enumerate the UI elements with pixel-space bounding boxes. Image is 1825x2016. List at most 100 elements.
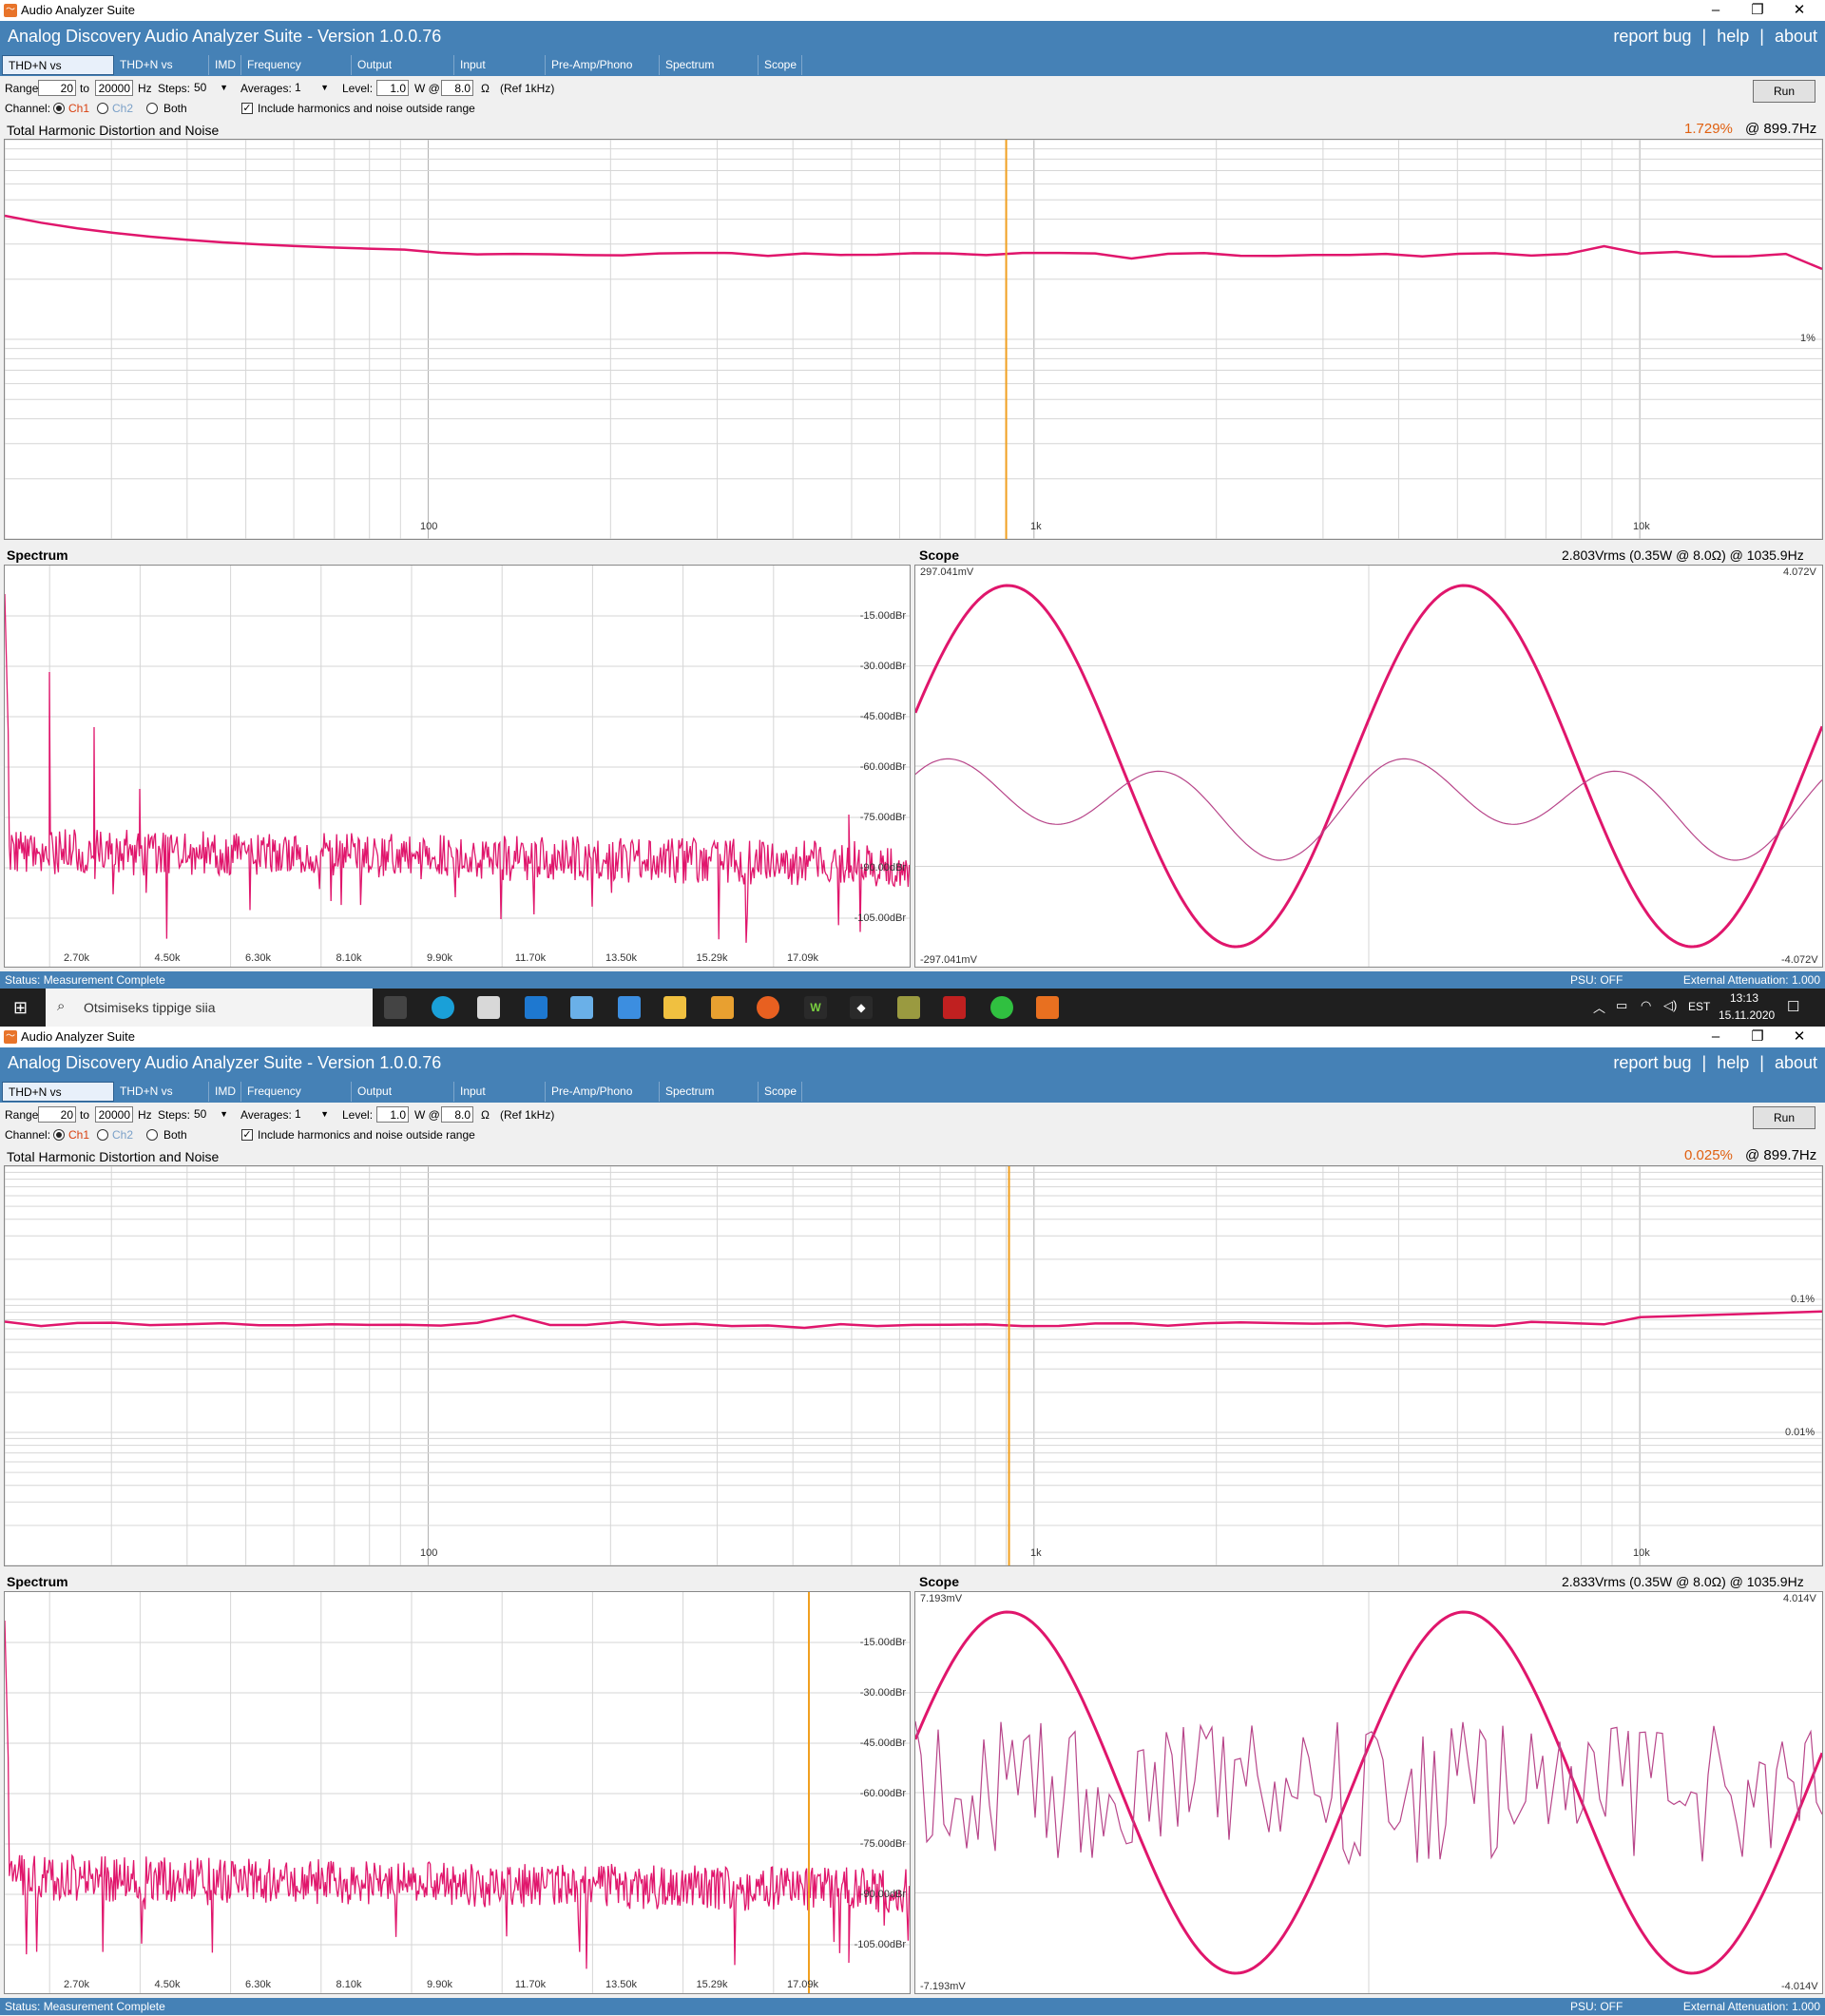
app-icon-olive[interactable] bbox=[897, 996, 920, 1019]
include-harmonics-checkbox[interactable]: ✓ bbox=[241, 103, 253, 114]
calculator-icon[interactable] bbox=[570, 996, 593, 1019]
tab-spectrum-analyzer[interactable]: Spectrum Analyzer bbox=[660, 55, 759, 91]
firefox-icon[interactable] bbox=[757, 996, 779, 1019]
scope-plot[interactable] bbox=[914, 1591, 1823, 1994]
status-text: Status: Measurement Complete bbox=[5, 2000, 165, 2013]
tab-preamp-phono[interactable]: Pre-Amp/Phono Stage bbox=[546, 1082, 660, 1118]
winamp-icon[interactable]: W bbox=[804, 996, 827, 1019]
title-bar[interactable]: 〜 Audio Analyzer Suite – ❐ ✕ bbox=[0, 0, 1825, 21]
run-button[interactable]: Run bbox=[1753, 80, 1815, 103]
tab-output-impedance[interactable]: Output Impedance bbox=[352, 1082, 454, 1118]
ch1-radio[interactable] bbox=[53, 103, 65, 114]
both-radio[interactable] bbox=[146, 1129, 158, 1141]
close-icon[interactable]: ✕ bbox=[1777, 1027, 1821, 1047]
title-bar[interactable]: 〜 Audio Analyzer Suite – ❐ ✕ bbox=[0, 1027, 1825, 1047]
battery-icon[interactable]: ▭ bbox=[1616, 998, 1627, 1013]
tab-output-impedance[interactable]: Output Impedance bbox=[352, 55, 454, 91]
spectrum-plot[interactable]: -15.00dBr -30.00dBr -45.00dBr -60.00dBr -75.… bbox=[4, 565, 911, 968]
tab-thdn-vs-power[interactable]: THD+N vs Power bbox=[114, 55, 209, 91]
whatsapp-icon[interactable] bbox=[990, 996, 1013, 1019]
impedance-input[interactable]: 8.0 bbox=[441, 1106, 473, 1123]
ch1-radio[interactable] bbox=[53, 1129, 65, 1141]
restore-icon[interactable]: ❐ bbox=[1736, 0, 1779, 21]
thd-plot[interactable] bbox=[4, 139, 1823, 540]
volume-icon[interactable]: ◁) bbox=[1663, 998, 1677, 1013]
app-icon-white[interactable]: ◆ bbox=[850, 996, 873, 1019]
app-icon-red[interactable] bbox=[943, 996, 966, 1019]
tab-frequency-response[interactable]: Frequency Response bbox=[241, 1082, 352, 1118]
run-button[interactable]: Run bbox=[1753, 1106, 1815, 1129]
tab-scope[interactable]: Scope bbox=[759, 1082, 802, 1102]
tab-strip: THD+N vs Frequency THD+N vs Power IMD Fr… bbox=[0, 1082, 1825, 1119]
range-from-input[interactable]: 20 bbox=[38, 1106, 76, 1123]
level-input[interactable]: 1.0 bbox=[376, 1106, 409, 1123]
restore-icon[interactable]: ❐ bbox=[1736, 1027, 1779, 1047]
averages-select[interactable]: 1 ▼ bbox=[293, 80, 331, 96]
range-from-input[interactable]: 20 bbox=[38, 80, 76, 96]
ch2-radio[interactable] bbox=[97, 103, 108, 114]
tab-thdn-vs-frequency[interactable]: THD+N vs Frequency bbox=[2, 1082, 114, 1119]
about-link[interactable]: about bbox=[1775, 27, 1817, 46]
averages-value: 1 bbox=[295, 1107, 301, 1121]
file-explorer-icon[interactable] bbox=[663, 996, 686, 1019]
tab-frequency-response[interactable]: Frequency Response bbox=[241, 55, 352, 91]
spectrum-db-label: -30.00dBr bbox=[860, 661, 907, 672]
include-harmonics-checkbox[interactable]: ✓ bbox=[241, 1129, 253, 1141]
thd-plot[interactable] bbox=[4, 1165, 1823, 1566]
report-bug-link[interactable]: report bug bbox=[1613, 1053, 1691, 1072]
tab-imd[interactable]: IMD bbox=[209, 1082, 241, 1102]
help-link[interactable]: help bbox=[1717, 1053, 1749, 1072]
notification-icon[interactable]: ☐ bbox=[1787, 998, 1799, 1015]
about-link[interactable]: about bbox=[1775, 1053, 1817, 1072]
scope-readout: 2.803Vrms (0.35W @ 8.0Ω) @ 1035.9Hz bbox=[1562, 547, 1804, 563]
minimize-icon[interactable]: – bbox=[1694, 1027, 1738, 1047]
both-radio[interactable] bbox=[146, 103, 158, 114]
tab-imd[interactable]: IMD bbox=[209, 55, 241, 75]
mail-icon[interactable] bbox=[525, 996, 548, 1019]
spectrum-plot[interactable]: -15.00dBr -30.00dBr -45.00dBr -60.00dBr -75.… bbox=[4, 1591, 911, 1994]
task-view-icon[interactable] bbox=[384, 996, 407, 1019]
app-icon-blue[interactable] bbox=[618, 996, 641, 1019]
averages-select[interactable]: 1 ▼ bbox=[293, 1106, 331, 1123]
tab-thdn-vs-power[interactable]: THD+N vs Power bbox=[114, 1082, 209, 1118]
language-indicator[interactable]: EST bbox=[1688, 1000, 1710, 1013]
report-bug-link[interactable]: report bug bbox=[1613, 27, 1691, 46]
spectrum-freq-label: 15.29k bbox=[696, 1979, 728, 1990]
tab-input-impedance[interactable]: Input Impedance bbox=[454, 1082, 546, 1118]
range-to-input[interactable]: 20000 bbox=[95, 1106, 133, 1123]
scope-plot[interactable] bbox=[914, 565, 1823, 968]
windows-start-icon[interactable]: ⊞ bbox=[13, 998, 28, 1018]
ch2-radio[interactable] bbox=[97, 1129, 108, 1141]
tab-thdn-vs-frequency[interactable]: THD+N vs Frequency bbox=[2, 55, 114, 92]
tab-scope[interactable]: Scope bbox=[759, 55, 802, 75]
steps-select[interactable]: 50 ▼ bbox=[192, 1106, 230, 1123]
clock-date[interactable]: 15.11.2020 bbox=[1719, 1008, 1775, 1022]
wifi-icon[interactable]: ◠ bbox=[1641, 998, 1651, 1013]
thd-at-frequency: @ 899.7Hz bbox=[1745, 1147, 1817, 1163]
edge-icon[interactable] bbox=[432, 996, 454, 1019]
scope-readout: 2.833Vrms (0.35W @ 8.0Ω) @ 1035.9Hz bbox=[1562, 1574, 1804, 1589]
tab-spectrum-analyzer[interactable]: Spectrum Analyzer bbox=[660, 1082, 759, 1118]
minimize-icon[interactable]: – bbox=[1694, 0, 1738, 21]
taskbar-search-box[interactable]: ⌕ Otsimiseks tippige siia bbox=[46, 989, 373, 1027]
level-input[interactable]: 1.0 bbox=[376, 80, 409, 96]
spectrum-freq-label: 6.30k bbox=[245, 1979, 271, 1990]
link-separator: | bbox=[1759, 1053, 1764, 1072]
steps-select[interactable]: 50 ▼ bbox=[192, 80, 230, 96]
ohm-label: Ω bbox=[481, 1108, 490, 1122]
audio-analyzer-taskbar-icon[interactable] bbox=[1036, 996, 1059, 1019]
close-icon[interactable]: ✕ bbox=[1777, 0, 1821, 21]
help-link[interactable]: help bbox=[1717, 27, 1749, 46]
tab-preamp-phono[interactable]: Pre-Amp/Phono Stage bbox=[546, 55, 660, 91]
range-to-input[interactable]: 20000 bbox=[95, 80, 133, 96]
paint-icon[interactable] bbox=[711, 996, 734, 1019]
tab-input-impedance[interactable]: Input Impedance bbox=[454, 55, 546, 91]
clock-time[interactable]: 13:13 bbox=[1730, 991, 1758, 1005]
level-label: Level: bbox=[342, 82, 374, 95]
ch1-label: Ch1 bbox=[68, 1128, 90, 1142]
impedance-input[interactable]: 8.0 bbox=[441, 80, 473, 96]
status-bar: Status: Measurement Complete PSU: OFF Ex… bbox=[0, 971, 1825, 989]
store-icon[interactable] bbox=[477, 996, 500, 1019]
tray-chevron-icon[interactable]: ︿ bbox=[1593, 998, 1605, 1016]
status-bar: Status: Measurement Complete PSU: OFF Ex… bbox=[0, 1998, 1825, 2015]
